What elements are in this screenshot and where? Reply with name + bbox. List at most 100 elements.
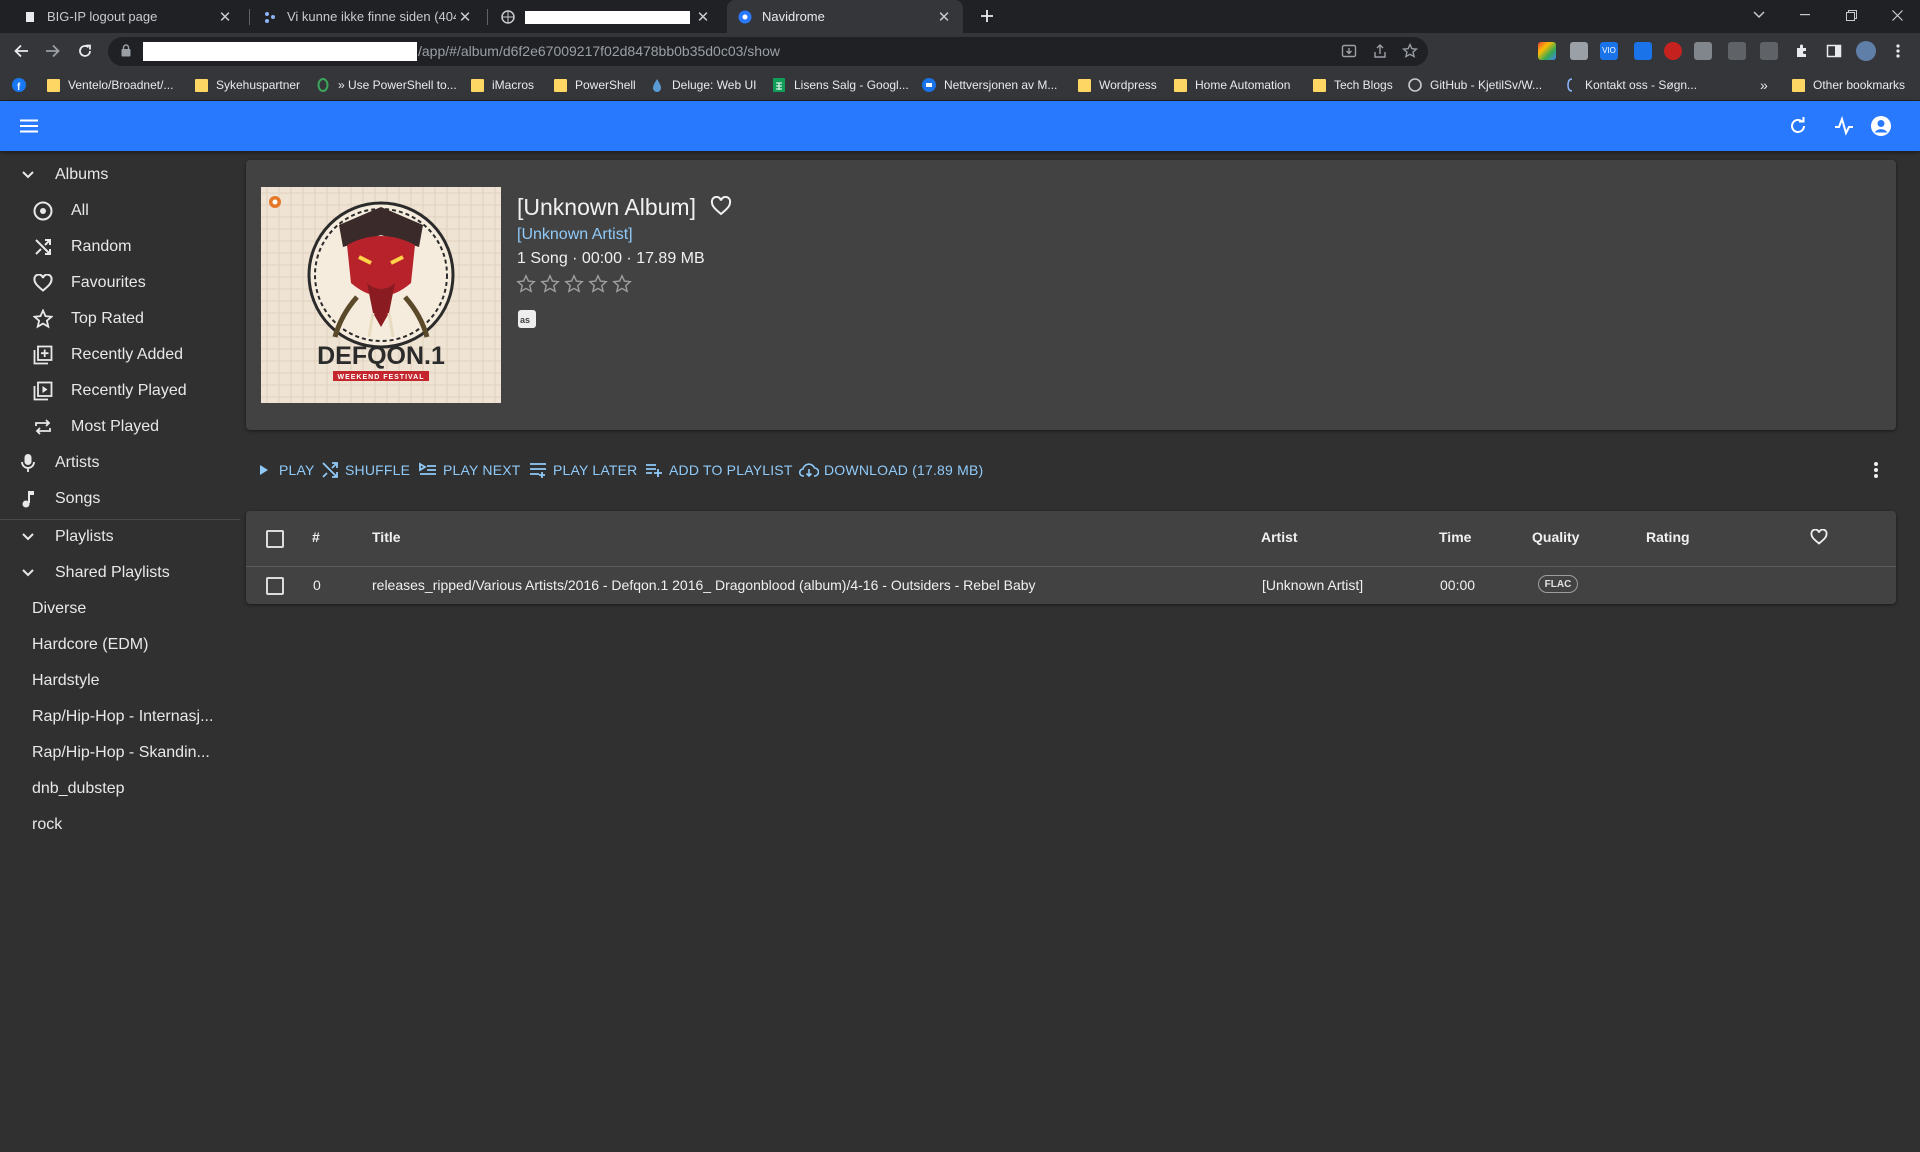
shuffle-button[interactable]: SHUFFLE: [320, 452, 410, 488]
browser-tab-navidrome[interactable]: Navidrome ✕: [727, 0, 963, 33]
share-icon[interactable]: [1372, 43, 1388, 59]
browser-tab-redacted[interactable]: ✕: [490, 0, 722, 33]
bookmark-item[interactable]: GitHub - KjetilSv/W...: [1408, 70, 1542, 100]
bookmark-item[interactable]: iMacros: [470, 70, 534, 100]
sidebar-label: Playlists: [55, 528, 114, 545]
bookmark-star-icon[interactable]: [1402, 43, 1418, 59]
tab-search-button[interactable]: [1736, 0, 1782, 30]
sidebar-item-favourites[interactable]: Favourites: [0, 265, 240, 301]
sidebar-item-artists[interactable]: Artists: [0, 445, 240, 481]
extension-pen-icon[interactable]: [1728, 42, 1746, 60]
rating-star-icon[interactable]: [564, 274, 584, 294]
bookmark-item[interactable]: Deluge: Web UI: [650, 70, 757, 100]
close-tab-icon[interactable]: ✕: [456, 8, 474, 26]
bookmark-item[interactable]: Sykehuspartner: [194, 70, 300, 100]
sidebar-item-random[interactable]: Random: [0, 229, 240, 265]
sidebar-shared-playlists-toggle[interactable]: Shared Playlists: [0, 555, 240, 591]
bookmark-item[interactable]: Nettversjonen av M...: [922, 70, 1057, 100]
rating-star-icon[interactable]: [540, 274, 560, 294]
rating-star-icon[interactable]: [516, 274, 536, 294]
sidebar-playlist-item[interactable]: dnb_dubstep: [0, 771, 240, 807]
album-cover[interactable]: DEFQON.1 WEEKEND FESTIVAL: [261, 187, 501, 403]
row-select-checkbox[interactable]: [266, 577, 284, 595]
browser-tab-bigip[interactable]: BIG-IP logout page ✕: [12, 0, 244, 33]
account-icon[interactable]: [1869, 114, 1893, 138]
album-rating[interactable]: [516, 274, 632, 294]
close-window-button[interactable]: [1874, 0, 1920, 30]
bookmark-item[interactable]: Lisens Salg - Googl...: [772, 70, 909, 100]
restore-button[interactable]: [1828, 0, 1874, 30]
sidebar-item-recently-added[interactable]: Recently Added: [0, 337, 240, 373]
extension-colorful-icon[interactable]: [1538, 42, 1556, 60]
other-bookmarks[interactable]: Other bookmarks: [1791, 70, 1905, 100]
close-tab-icon[interactable]: ✕: [216, 8, 234, 26]
extension-translate-icon[interactable]: [1694, 42, 1712, 60]
more-bookmarks-button[interactable]: »: [1760, 70, 1768, 100]
tab-title: Vi kunne ikke finne siden (404) -: [287, 9, 456, 24]
sidebar-playlist-item[interactable]: Hardcore (EDM): [0, 627, 240, 663]
new-tab-button[interactable]: [975, 4, 999, 28]
browser-tab-404[interactable]: Vi kunne ikke finne siden (404) - ✕: [252, 0, 484, 33]
extension-ring-icon[interactable]: [1760, 42, 1778, 60]
column-header-time[interactable]: Time: [1439, 529, 1471, 545]
side-panel-icon[interactable]: [1822, 39, 1846, 63]
bookmark-item[interactable]: Tech Blogs: [1312, 70, 1393, 100]
minimize-button[interactable]: [1782, 0, 1828, 30]
extension-gray-icon[interactable]: [1570, 42, 1588, 60]
reload-button[interactable]: [73, 39, 97, 63]
add-to-playlist-button[interactable]: ADD TO PLAYLIST: [644, 452, 793, 488]
close-tab-icon[interactable]: ✕: [694, 8, 712, 26]
favourite-heart-icon[interactable]: [710, 196, 732, 216]
bookmark-item[interactable]: Kontakt oss - Søgn...: [1563, 70, 1697, 100]
sidebar-item-recently-played[interactable]: Recently Played: [0, 373, 240, 409]
select-all-checkbox[interactable]: [266, 530, 284, 548]
bookmark-item[interactable]: Wordpress: [1077, 70, 1157, 100]
back-button[interactable]: [9, 39, 33, 63]
sidebar-playlist-item[interactable]: Hardstyle: [0, 663, 240, 699]
column-header-number[interactable]: #: [312, 529, 320, 545]
install-app-icon[interactable]: [1341, 43, 1357, 59]
address-bar[interactable]: /app/#/album/d6f2e67009217f02d8478bb0b35…: [108, 37, 1428, 66]
sidebar-albums-toggle[interactable]: Albums: [0, 157, 240, 193]
menu-icon[interactable]: [17, 114, 41, 138]
column-header-rating[interactable]: Rating: [1646, 529, 1690, 545]
play-next-button[interactable]: PLAY NEXT: [418, 452, 521, 488]
play-later-button[interactable]: PLAY LATER: [528, 452, 637, 488]
sidebar-playlists-toggle[interactable]: Playlists: [0, 519, 240, 555]
browser-menu-icon[interactable]: [1886, 39, 1910, 63]
extensions-puzzle-icon[interactable]: [1790, 39, 1814, 63]
sidebar-playlist-item[interactable]: Diverse: [0, 591, 240, 627]
tab-title-redacted: [525, 9, 694, 25]
sidebar-playlist-item[interactable]: Rap/Hip-Hop - Internasj...: [0, 699, 240, 735]
bookmark-item[interactable]: » Use PowerShell to...: [316, 70, 457, 100]
forward-button[interactable]: [41, 39, 65, 63]
sidebar-playlist-item[interactable]: rock: [0, 807, 240, 843]
bookmark-facebook[interactable]: f: [12, 70, 34, 100]
close-tab-icon[interactable]: ✕: [935, 8, 953, 26]
album-artist-link[interactable]: [Unknown Artist]: [517, 226, 633, 244]
sidebar-item-all[interactable]: All: [0, 193, 240, 229]
ublock-icon[interactable]: [1664, 42, 1682, 60]
bookmark-item[interactable]: Ventelo/Broadnet/...: [46, 70, 173, 100]
sidebar-item-songs[interactable]: Songs: [0, 481, 240, 517]
sidebar-playlist-item[interactable]: Rap/Hip-Hop - Skandin...: [0, 735, 240, 771]
extension-badge-icon[interactable]: [1634, 42, 1652, 60]
download-button[interactable]: DOWNLOAD (17.89 MB): [799, 452, 983, 488]
column-header-artist[interactable]: Artist: [1261, 529, 1298, 545]
bookmark-item[interactable]: PowerShell: [553, 70, 636, 100]
rating-star-icon[interactable]: [588, 274, 608, 294]
sidebar-item-most-played[interactable]: Most Played: [0, 409, 240, 445]
rating-star-icon[interactable]: [612, 274, 632, 294]
lastfm-icon[interactable]: as: [518, 310, 536, 328]
activity-icon[interactable]: [1832, 114, 1856, 138]
refresh-icon[interactable]: [1786, 114, 1810, 138]
song-table: # Title Artist Time Quality Rating 0 rel…: [246, 511, 1896, 604]
column-header-quality[interactable]: Quality: [1532, 529, 1579, 545]
profile-avatar[interactable]: [1854, 39, 1878, 63]
more-options-icon[interactable]: [1864, 452, 1888, 488]
column-header-title[interactable]: Title: [372, 529, 401, 545]
play-button[interactable]: PLAY: [254, 452, 315, 488]
extension-vnc-icon[interactable]: VIO: [1600, 42, 1618, 60]
sidebar-item-top-rated[interactable]: Top Rated: [0, 301, 240, 337]
bookmark-item[interactable]: Home Automation: [1173, 70, 1290, 100]
